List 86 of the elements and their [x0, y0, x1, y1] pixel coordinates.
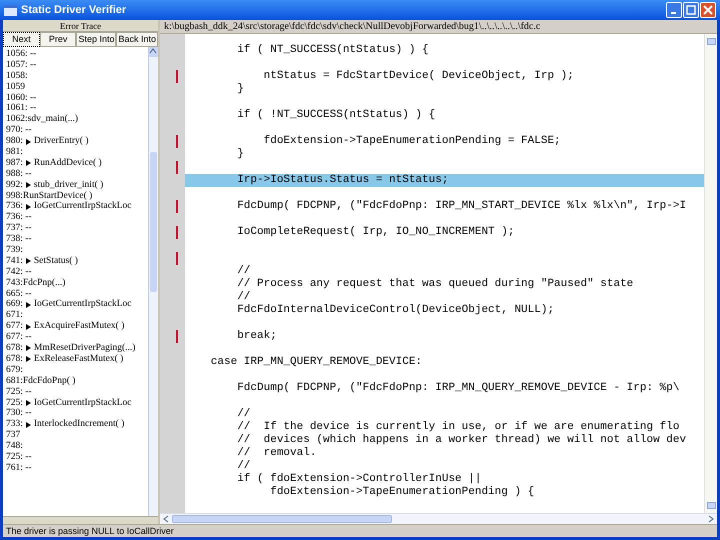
trace-item[interactable]: 737: --: [6, 223, 148, 234]
code-text: }: [236, 148, 244, 161]
trace-button[interactable]: Back Into: [116, 32, 158, 47]
trace-item[interactable]: 725: --: [6, 452, 148, 463]
code-text: if ( NT_SUCCESS(ntStatus) ) {: [236, 44, 429, 57]
scroll-right-icon[interactable]: [707, 515, 715, 523]
trace-item[interactable]: 733: InterlockedIncrement( ): [6, 419, 148, 430]
code-text: // devices (which happens in a worker thread) we will not allow dev: [236, 434, 686, 447]
code-text: if ( fdoExtension->ControllerInUse ||: [236, 473, 482, 486]
trace-item[interactable]: 736: --: [6, 212, 148, 224]
vertical-scrollbar[interactable]: [148, 47, 158, 516]
trace-item[interactable]: 671:: [6, 310, 148, 322]
code-text: case IRP_MN_QUERY_REMOVE_DEVICE:: [210, 356, 422, 369]
scroll-thumb[interactable]: [706, 38, 716, 45]
trace-item[interactable]: 992: stub_driver_init( ): [6, 180, 148, 191]
trace-button[interactable]: Step Into: [76, 32, 116, 47]
code-text: //: [236, 460, 250, 473]
window-icon: [4, 4, 17, 16]
trace-item[interactable]: 761: --: [6, 462, 148, 474]
code-text: ntStatus = FdcStartDevice( DeviceObject, Irp );: [262, 70, 574, 83]
code-text: Irp->IoStatus.Status = ntStatus;: [236, 174, 448, 187]
status-text: The driver is passing NULL to IoCallDriver: [6, 525, 174, 537]
trace-item[interactable]: 669: IoGetCurrentIrpStackLoc: [6, 299, 148, 310]
code-text: // removal.: [236, 447, 316, 460]
close-icon: [703, 5, 713, 15]
trace-button[interactable]: Next: [3, 32, 40, 47]
code-text: FdcDump( FDCPNP, ("FdcFdoPnp: IRP_MN_START_DEVICE %lx %lx\n", Irp->I: [236, 200, 686, 213]
trace-item[interactable]: 678: MmResetDriverPaging(...): [6, 343, 148, 354]
trace-item[interactable]: 743:FdcPnp(...): [6, 278, 148, 289]
trace-item[interactable]: 681:FdcFdoPnp( ): [6, 376, 148, 387]
trace-item[interactable]: 677: ExAcquireFastMutex( ): [6, 321, 148, 332]
trace-item[interactable]: 988: --: [6, 168, 148, 180]
trace-item[interactable]: 677: --: [6, 332, 148, 344]
trace-item[interactable]: 665: --: [6, 288, 148, 300]
trace-item[interactable]: 1056: --: [6, 49, 148, 60]
code-text: //: [236, 408, 250, 421]
scroll-left-icon[interactable]: [162, 515, 170, 523]
horizontal-scrollbar[interactable]: [160, 513, 717, 524]
code-text: if ( !NT_SUCCESS(ntStatus) ) {: [236, 109, 436, 122]
trace-item[interactable]: 678: ExReleaseFastMutex( ): [6, 354, 148, 365]
scroll-up-icon[interactable]: [149, 47, 158, 57]
trace-item[interactable]: 742: --: [6, 266, 148, 278]
trace-item[interactable]: 739:: [6, 245, 148, 256]
trace-item[interactable]: 725: --: [6, 386, 148, 398]
trace-item[interactable]: 1059: [6, 82, 148, 93]
trace-item[interactable]: 736: IoGetCurrentIrpStackLoc: [6, 201, 148, 212]
close-button[interactable]: [700, 2, 716, 18]
code-text: IoCompleteRequest( Irp, IO_NO_INCREMENT );: [236, 226, 514, 239]
maximize-button[interactable]: [683, 2, 699, 18]
vertical-scrollbar[interactable]: [704, 34, 717, 513]
trace-item[interactable]: 1058:: [6, 70, 148, 82]
trace-button[interactable]: Prev: [40, 32, 76, 47]
code-text: fdoExtension->TapeEnumerationPending = FALSE;: [262, 135, 561, 148]
maximize-icon: [686, 5, 696, 15]
code-text: //: [236, 291, 250, 304]
code-text: //: [236, 265, 250, 278]
trace-item[interactable]: 1061: --: [6, 103, 148, 114]
code-text: fdoExtension->TapeEnumerationPending ) {: [269, 486, 534, 499]
trace-item[interactable]: 738: --: [6, 234, 148, 246]
trace-item[interactable]: 741: SetStatus( ): [6, 256, 148, 267]
code-text: FdcDump( FDCPNP, ("FdcFdoPnp: IRP_MN_QUERY_REMOVE_DEVICE - Irp: %p\: [236, 382, 680, 395]
minimize-button[interactable]: [666, 2, 682, 18]
trace-item[interactable]: 970: --: [6, 125, 148, 136]
trace-item[interactable]: 725: IoGetCurrentIrpStackLoc: [6, 398, 148, 408]
code-text: }: [236, 83, 244, 96]
trace-item[interactable]: 981:: [6, 147, 148, 158]
code-text: // If the device is currently in use, or if we are enumerating flo: [236, 421, 680, 434]
scroll-thumb[interactable]: [172, 515, 392, 523]
scroll-thumb[interactable]: [150, 152, 157, 292]
file-path: k:\bugbash_ddk_24\src\storage\fdc\fdc\sdv\check\NullDevobjForwarded\bug1\..\..\..\..\..\fdc.c: [160, 20, 717, 34]
trace-item[interactable]: 730: --: [6, 408, 148, 420]
trace-item[interactable]: 987: RunAddDevice( ): [6, 158, 148, 169]
window-title: Static Driver Verifier: [21, 2, 126, 18]
code-text: // Process any request that was queued during "Paused" state: [236, 278, 634, 291]
trace-item[interactable]: 1062:sdv_main(...): [6, 114, 148, 126]
scroll-thumb[interactable]: [706, 502, 716, 509]
trace-item[interactable]: 1057: --: [6, 60, 148, 71]
trace-item[interactable]: 998:RunStartDevice( ): [6, 190, 148, 202]
code-text: break;: [236, 330, 277, 343]
trace-item[interactable]: 980: DriverEntry( ): [6, 136, 148, 148]
error-trace-header: Error Trace: [3, 20, 158, 32]
trace-item[interactable]: 737: [6, 430, 148, 442]
trace-item[interactable]: 679:: [6, 364, 148, 376]
trace-item[interactable]: 1060: --: [6, 92, 148, 104]
trace-item[interactable]: 748:: [6, 441, 148, 452]
code-text: FdcFdoInternalDeviceControl(DeviceObject, NULL);: [236, 304, 554, 317]
